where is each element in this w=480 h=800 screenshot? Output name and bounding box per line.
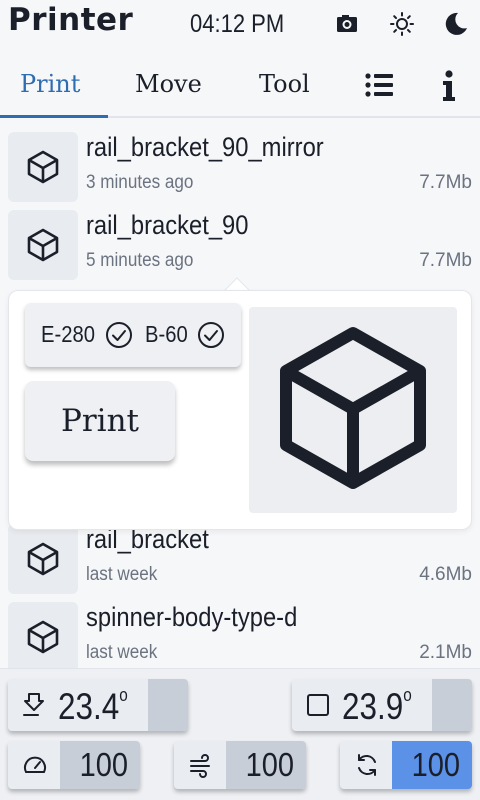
extruder-icon — [20, 691, 48, 719]
file-size: 2.1Mb — [419, 642, 472, 663]
bed-heat-bar — [432, 679, 472, 731]
info-icon[interactable] — [440, 70, 458, 107]
file-time: last week — [86, 564, 158, 585]
cube-icon — [8, 524, 78, 594]
file-time: 3 minutes ago — [86, 172, 194, 193]
dark-mode-icon[interactable] — [443, 11, 469, 37]
tab-move[interactable]: Move — [135, 70, 202, 98]
file-time: 5 minutes ago — [86, 250, 194, 271]
tab-bar: Print Move Tool — [0, 52, 480, 118]
print-button[interactable]: Print — [25, 381, 175, 461]
check-circle-icon — [197, 321, 225, 349]
cube-icon — [278, 325, 428, 496]
refresh-icon — [354, 752, 380, 778]
file-size: 7.7Mb — [419, 172, 472, 193]
camera-icon[interactable] — [334, 11, 360, 37]
cube-icon — [8, 132, 78, 202]
file-detail-panel: E-280 B-60 Print — [8, 290, 472, 530]
file-name: rail_bracket_90 — [86, 210, 249, 240]
list-item[interactable]: rail_bracket_90_mirror 3 minutes ago 7.7… — [0, 120, 480, 202]
cube-icon — [8, 602, 78, 668]
flow-control[interactable]: 100 — [174, 741, 306, 789]
list-item[interactable]: rail_bracket_90 5 minutes ago 7.7Mb — [0, 198, 480, 280]
bed-icon — [304, 691, 332, 719]
bed-temp[interactable]: 23.9o — [292, 679, 472, 731]
filament-label: B-60 — [145, 321, 188, 347]
app-title: Printer — [8, 2, 134, 38]
cube-icon — [8, 210, 78, 280]
filament-status[interactable]: E-280 B-60 — [25, 303, 241, 367]
file-name: rail_bracket_90_mirror — [86, 132, 324, 162]
speed-value: 100 — [79, 746, 128, 783]
tab-tool[interactable]: Tool — [259, 70, 310, 98]
extruder-temp-value: 23.4o — [58, 685, 128, 727]
extruder-heat-bar — [148, 679, 188, 731]
file-time: last week — [86, 642, 158, 663]
check-circle-icon — [105, 321, 133, 349]
model-preview — [249, 307, 457, 513]
file-name: spinner-body-type-d — [86, 602, 298, 632]
filament-label: E-280 — [41, 321, 96, 347]
fan-value: 100 — [411, 746, 460, 783]
speed-control[interactable]: 100 — [8, 741, 140, 789]
fan-control[interactable]: 100 — [340, 741, 472, 789]
list-item[interactable]: spinner-body-type-d last week 2.1Mb — [0, 590, 480, 668]
file-size: 7.7Mb — [419, 250, 472, 271]
bed-temp-value: 23.9o — [342, 685, 412, 727]
tab-print[interactable]: Print — [20, 70, 80, 98]
header: Printer 04:12 PM — [0, 0, 480, 50]
clock: 04:12 PM — [190, 10, 285, 38]
extruder-temp[interactable]: 23.4o — [8, 679, 188, 731]
active-tab-indicator — [0, 115, 108, 118]
speedometer-icon — [22, 752, 48, 778]
flow-value: 100 — [245, 746, 294, 783]
status-footer: 23.4o 23.9o 100 100 100 — [0, 668, 480, 800]
flow-icon — [188, 752, 214, 778]
file-size: 4.6Mb — [419, 564, 472, 585]
list-icon[interactable] — [364, 70, 394, 105]
brightness-icon[interactable] — [389, 11, 415, 37]
